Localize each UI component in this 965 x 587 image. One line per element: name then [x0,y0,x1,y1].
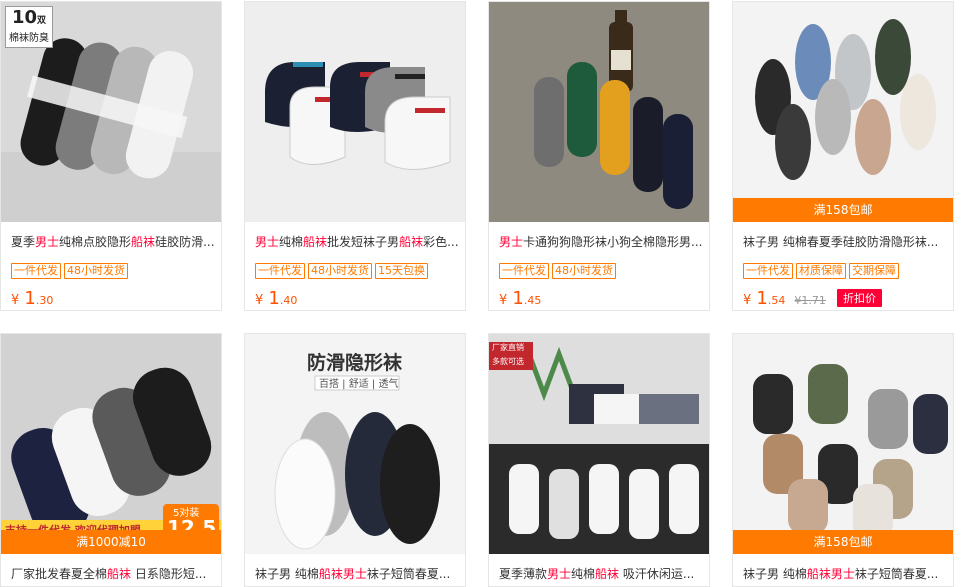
title-keyword-highlight: 船袜 [806,567,831,581]
product-price: ¥ 1.40 [255,288,298,309]
title-keyword-highlight: 船袜 [303,235,328,249]
title-keyword-highlight: 男士 [499,235,524,249]
product-price: ¥ 1.45 [499,288,542,309]
service-tag: 15天包换 [375,263,428,279]
title-text: 纯棉点胶隐形 [59,235,132,249]
product-title[interactable]: 厂家批发春夏全棉船袜 日系隐形短... [11,566,216,582]
title-keyword-highlight: 男士 [547,567,572,581]
product-image[interactable]: 厂家直销 多款可选 [489,334,709,554]
service-tag: 48小时发货 [308,263,372,279]
title-keyword-highlight: 男士 [255,235,280,249]
title-text: 硅胶防滑... [155,235,215,249]
service-tag: 48小时发货 [552,263,616,279]
title-text: 袜子短筒春夏... [366,567,451,581]
product-card[interactable]: 男士卡通狗狗隐形袜小狗全棉隐形男... 一件代发 48小时发货 ¥ 1.45 [488,1,710,311]
title-keyword-highlight: 船袜 [318,567,343,581]
title-text: 纯棉 [571,567,596,581]
service-tags: 一件代发 48小时发货 [11,259,131,279]
title-text: 厂家批发春夏全棉 [11,567,108,581]
product-card[interactable]: 厂家直销 多款可选 夏季薄款男士纯棉船袜 吸汗休闲运... [488,333,710,587]
product-card[interactable]: 10双 棉袜防臭 夏季男士纯棉点胶隐形船袜硅胶防滑... 一件代发 48小时发货 … [0,1,222,311]
title-text: 袜子男 纯棉 [743,567,807,581]
title-keyword-highlight: 船袜 [595,567,620,581]
title-text: 卡通狗狗隐形袜小狗全棉隐形男... [523,235,703,249]
service-tag: 一件代发 [743,263,793,279]
service-tags: 一件代发 材质保障 交期保障 [743,259,902,279]
product-card[interactable]: 防滑隐形袜 百搭 | 舒适 | 透气 袜子男 纯棉船袜男士袜子短筒春夏... [244,333,466,587]
product-image[interactable]: 满158包邮 [733,2,953,222]
title-text: 吸汗休闲运... [619,567,695,581]
product-card[interactable]: 满158包邮 袜子男 纯棉春夏季硅胶防滑隐形袜... 一件代发 材质保障 交期保障 … [732,1,954,311]
service-tags: 一件代发 48小时发货 15天包换 [255,259,431,279]
title-text: 夏季薄款 [499,567,548,581]
title-keyword-highlight: 船袜 [107,567,132,581]
title-text: 批发短袜子男 [327,235,400,249]
product-title[interactable]: 男士纯棉船袜批发短袜子男船袜彩色... [255,234,460,250]
product-image[interactable]: 满158包邮 [733,334,953,554]
service-tag: 一件代发 [499,263,549,279]
title-keyword-highlight: 船袜 [399,235,424,249]
product-title[interactable]: 袜子男 纯棉春夏季硅胶防滑隐形袜... [743,234,948,250]
title-text: 袜子男 纯棉春夏季硅胶防滑隐形袜... [743,235,939,249]
service-tag: 一件代发 [11,263,61,279]
product-image[interactable]: 防滑隐形袜 百搭 | 舒适 | 透气 [245,334,465,554]
title-text: 彩色... [423,235,459,249]
product-card[interactable]: 满158包邮 袜子男 纯棉船袜男士袜子短筒春夏... [732,333,954,587]
title-text: 夏季 [11,235,36,249]
product-image[interactable]: 10双 棉袜防臭 [1,2,221,222]
title-keyword-highlight: 男士 [35,235,60,249]
pack-count-badge: 10双 棉袜防臭 [5,6,53,48]
product-card[interactable]: 支持一件代发 欢迎代理加盟 5对装 12.5 满1000减10 厂家批发春夏全棉… [0,333,222,587]
product-price: ¥ 1.54 ¥1.71 折扣价 [743,288,883,309]
promo-banner: 满158包邮 [733,198,953,222]
product-image[interactable]: 支持一件代发 欢迎代理加盟 5对装 12.5 满1000减10 [1,334,221,554]
image-heading: 防滑隐形袜 [307,352,403,374]
title-keyword-highlight: 船袜 [131,235,156,249]
product-price: ¥ 1.30 [11,288,54,309]
promo-banner: 满158包邮 [733,530,953,554]
product-image[interactable] [245,2,465,222]
product-title[interactable]: 男士卡通狗狗隐形袜小狗全棉隐形男... [499,234,704,250]
title-keyword-highlight: 男士 [830,567,855,581]
title-keyword-highlight: 男士 [342,567,367,581]
service-tag: 一件代发 [255,263,305,279]
promo-banner: 满1000减10 [1,530,221,554]
title-text: 袜子短筒春夏... [854,567,939,581]
discount-badge: 折扣价 [837,289,883,307]
product-title[interactable]: 袜子男 纯棉船袜男士袜子短筒春夏... [255,566,460,582]
title-text: 纯棉 [279,235,304,249]
service-tag: 48小时发货 [64,263,128,279]
product-title[interactable]: 夏季薄款男士纯棉船袜 吸汗休闲运... [499,566,704,582]
service-tags: 一件代发 48小时发货 [499,259,619,279]
service-tag: 材质保障 [796,263,846,279]
title-text: 日系隐形短... [131,567,207,581]
product-image[interactable] [489,2,709,222]
product-grid: 10双 棉袜防臭 夏季男士纯棉点胶隐形船袜硅胶防滑... 一件代发 48小时发货 … [0,0,965,587]
product-card[interactable]: 男士纯棉船袜批发短袜子男船袜彩色... 一件代发 48小时发货 15天包换 ¥ 1.… [244,1,466,311]
service-tag: 交期保障 [849,263,899,279]
product-title[interactable]: 袜子男 纯棉船袜男士袜子短筒春夏... [743,566,948,582]
title-text: 袜子男 纯棉 [255,567,319,581]
product-title[interactable]: 夏季男士纯棉点胶隐形船袜硅胶防滑... [11,234,216,250]
